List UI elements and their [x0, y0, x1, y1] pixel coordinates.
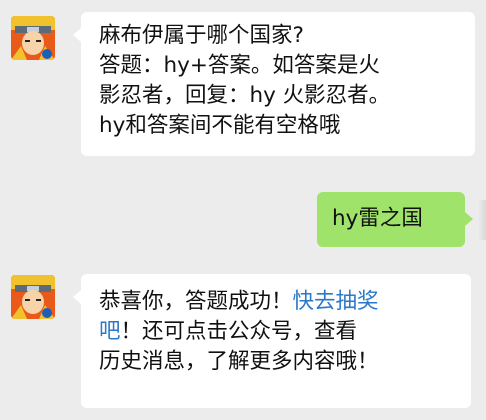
message-text: hy雷之国: [332, 206, 423, 231]
ninja-avatar-icon: [11, 16, 55, 60]
message-line: hy和答案间不能有空格哦: [99, 113, 341, 138]
message-line: 麻布伊属于哪个国家?: [99, 23, 304, 48]
lottery-link[interactable]: 吧: [99, 319, 121, 344]
incoming-message-bubble[interactable]: 麻布伊属于哪个国家? 答题：hy+答案。如答案是火 影忍者，回复：hy 火影忍者…: [81, 12, 475, 156]
self-avatar-edge: [478, 200, 486, 240]
bubble-tail: [73, 290, 81, 304]
message-text: 恭喜你，答题成功！: [99, 289, 293, 314]
ninja-avatar-icon: [11, 275, 55, 319]
bubble-tail: [465, 212, 473, 226]
bubble-tail: [73, 28, 81, 42]
message-line: 吧！还可点击公众号，查看: [99, 317, 471, 347]
message-line: 影忍者，回复：hy 火影忍者。: [99, 83, 391, 108]
message-line: 历史消息，了解更多内容哦！: [99, 349, 379, 374]
lottery-link[interactable]: 快去抽奖: [293, 289, 379, 314]
sender-avatar[interactable]: [11, 275, 55, 319]
message-text: ！还可点击公众号，查看: [120, 319, 358, 344]
outgoing-message-bubble[interactable]: hy雷之国: [317, 192, 465, 247]
incoming-message-bubble[interactable]: 恭喜你，答题成功！快去抽奖 吧！还可点击公众号，查看 历史消息，了解更多内容哦！: [81, 274, 471, 408]
message-line: 恭喜你，答题成功！快去抽奖: [99, 287, 471, 317]
message-line: 答题：hy+答案。如答案是火: [99, 53, 380, 78]
sender-avatar[interactable]: [11, 16, 55, 60]
